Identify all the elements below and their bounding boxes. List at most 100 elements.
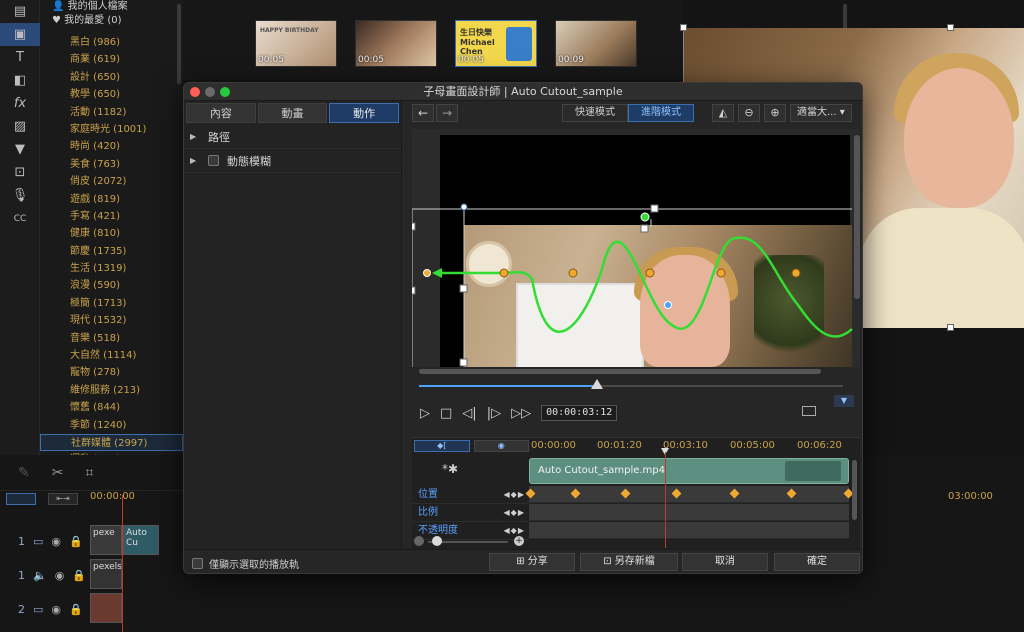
redo-icon[interactable]: → [436, 104, 458, 122]
cancel-button[interactable]: 取消 [682, 553, 768, 571]
timecode-display[interactable]: 00:00:03:12 [541, 405, 618, 421]
tag-item[interactable]: 極簡 (1713) [40, 295, 183, 312]
preview-scrubber[interactable] [419, 379, 843, 391]
next-frame-icon[interactable]: |▷ [487, 406, 501, 421]
expand-triangle-icon[interactable]: ▶ [190, 156, 200, 165]
anchor-point[interactable] [664, 301, 672, 309]
resize-handle[interactable] [680, 24, 687, 31]
tag-item[interactable]: 手寫 (421) [40, 208, 183, 225]
tag-item[interactable]: 現代 (1532) [40, 312, 183, 329]
path-node[interactable] [499, 268, 509, 278]
tag-item[interactable]: 生活 (1319) [40, 260, 183, 277]
fx-icon[interactable]: fx [0, 92, 40, 115]
resize-handle[interactable] [459, 358, 468, 367]
tag-item[interactable]: 季節 (1240) [40, 417, 183, 434]
tag-item[interactable]: 家庭時光 (1001) [40, 121, 183, 138]
eye-icon[interactable]: ◉ [51, 603, 61, 616]
zoom-in-icon[interactable]: ⊕ [764, 104, 786, 122]
minimize-window-button[interactable] [205, 87, 215, 97]
flip-icon[interactable]: ◭ [712, 104, 734, 122]
my-profile-item[interactable]: 👤 我的個人檔案 [40, 0, 183, 14]
resize-handle[interactable] [459, 284, 468, 293]
media-thumbnail[interactable]: HAPPY BIRTHDAY 00:05 [255, 20, 337, 67]
keyframe-track-opacity[interactable] [529, 522, 849, 539]
keyframe-diamond[interactable] [570, 488, 581, 499]
media-thumbnail[interactable]: 生日快樂 Michael Chen 00:05 [455, 20, 537, 67]
zoom-window-button[interactable] [220, 87, 230, 97]
fast-forward-icon[interactable]: ▷▷ [511, 406, 531, 421]
eye-icon[interactable]: ◉ [51, 535, 61, 548]
eye-icon[interactable]: ◉ [55, 569, 65, 582]
keyframe-diamond[interactable] [671, 488, 682, 499]
path-node[interactable] [423, 269, 431, 277]
corner-handle[interactable] [460, 203, 468, 211]
prev-frame-icon[interactable]: ◁| [462, 406, 476, 421]
edit-icon[interactable]: ✎ [18, 465, 30, 481]
title-icon[interactable]: T [0, 46, 40, 69]
path-section[interactable]: ▶ 路徑 [184, 125, 401, 149]
motion-blur-section[interactable]: ▶ 動態模糊 [184, 149, 401, 173]
tab-animation[interactable]: 動畫 [257, 103, 328, 123]
only-selected-checkbox[interactable] [192, 558, 203, 569]
zoom-out-icon[interactable]: ⊖ [738, 104, 760, 122]
fit-timeline-button[interactable]: ⇤⇥ [48, 493, 78, 505]
lock-icon[interactable]: 🔒 [69, 535, 83, 548]
scrubber-knob[interactable] [591, 379, 604, 389]
canvas-vertical-scrollbar[interactable] [854, 135, 860, 299]
video-overlay-icon[interactable]: ▣ [0, 23, 40, 46]
tag-item[interactable]: 社群媒體 (2997) [40, 433, 183, 452]
media-thumbnail[interactable]: 00:05 [355, 20, 437, 67]
tag-item[interactable]: 健康 (810) [40, 225, 183, 242]
keyframe-controls[interactable]: ◀◆▶ [504, 486, 525, 504]
timeline-clip[interactable]: pexe [90, 525, 122, 555]
tag-item[interactable]: 俏皮 (2072) [40, 173, 183, 190]
lock-icon[interactable]: 🔒 [72, 569, 86, 582]
tab-motion[interactable]: 動作 [329, 103, 400, 123]
tab-content[interactable]: 內容 [186, 103, 256, 123]
share-button[interactable]: ⊞ 分享 [489, 553, 575, 571]
zoom-knob[interactable] [432, 536, 442, 546]
keyframe-diamond[interactable] [786, 488, 797, 499]
tag-item[interactable]: 教學 (650) [40, 86, 183, 103]
cc-icon[interactable]: CC [0, 207, 40, 230]
rotation-handle[interactable] [640, 212, 650, 222]
tag-item[interactable]: 維修服務 (213) [40, 382, 183, 399]
aspect-ratio-icon[interactable] [802, 406, 816, 416]
undo-icon[interactable]: ← [412, 104, 434, 122]
pip-icon[interactable]: ▨ [0, 115, 40, 138]
track-view-button[interactable] [6, 493, 36, 505]
advanced-mode-button[interactable]: 進階模式 [628, 104, 694, 122]
media-thumbnail[interactable]: 00:09 [555, 20, 637, 67]
tag-item[interactable]: 設計 (650) [40, 69, 183, 86]
timeline-playhead-line[interactable] [665, 452, 666, 548]
favorites-item[interactable]: ♥ 我的最愛 (0) [40, 14, 183, 28]
timeline-clip[interactable] [90, 593, 122, 623]
clip-trim-region[interactable] [785, 461, 841, 481]
resize-handle[interactable] [947, 324, 954, 331]
keyframe-diamond[interactable] [729, 488, 740, 499]
keyframe-track-position[interactable] [525, 486, 854, 503]
expand-triangle-icon[interactable]: ▶ [190, 132, 200, 141]
resize-handle[interactable] [640, 224, 649, 233]
keyframe-diamond[interactable] [620, 488, 631, 499]
tag-item[interactable]: 商業 (619) [40, 51, 183, 68]
tag-item[interactable]: 浪漫 (590) [40, 277, 183, 294]
media-library-icon[interactable]: ▤ [0, 0, 40, 23]
timeline-vertical-scrollbar[interactable] [852, 460, 857, 520]
tag-item[interactable]: 黑白 (986) [40, 34, 183, 51]
tag-item[interactable]: 活動 (1182) [40, 104, 183, 121]
quick-mode-button[interactable]: 快速模式 [562, 104, 628, 122]
mic-icon[interactable]: 🎙 [0, 184, 40, 207]
path-node[interactable] [645, 268, 655, 278]
tag-item[interactable]: 音樂 (518) [40, 330, 183, 347]
resize-handle[interactable] [947, 24, 954, 31]
tag-item[interactable]: 遊戲 (819) [40, 191, 183, 208]
zoom-level-select[interactable]: 適當大... ▾ [790, 104, 852, 122]
path-node[interactable] [568, 268, 578, 278]
tag-panel-scrollbar[interactable] [177, 4, 181, 84]
timeline-zoom-slider[interactable]: + [414, 536, 526, 548]
motion-blur-checkbox[interactable] [208, 155, 219, 166]
tag-item[interactable]: 寵物 (278) [40, 364, 183, 381]
ok-button[interactable]: 確定 [774, 553, 860, 571]
tag-item[interactable]: 時尚 (420) [40, 138, 183, 155]
